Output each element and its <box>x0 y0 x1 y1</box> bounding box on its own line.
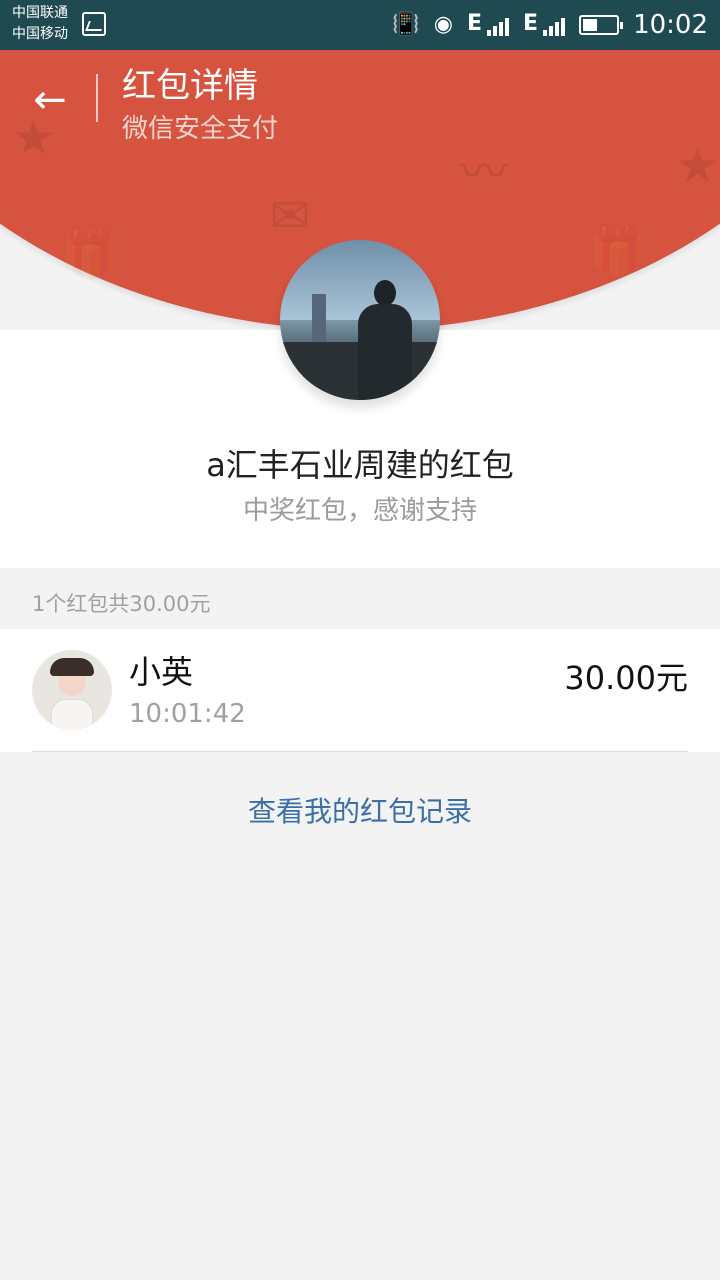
network-label-1: E <box>467 11 483 36</box>
battery-icon <box>579 15 624 35</box>
signal-icon: E <box>523 11 566 36</box>
envelope-decoration-icon: ✉ <box>270 188 311 244</box>
ribbon-decoration-icon: 〰 <box>460 144 509 200</box>
avatar[interactable] <box>32 650 112 730</box>
page-subtitle: 微信安全支付 <box>122 114 279 144</box>
network-label-2: E <box>523 11 539 36</box>
status-time: 10:02 <box>633 10 708 40</box>
receive-amount: 30.00元 <box>564 659 688 697</box>
gallery-icon <box>82 12 106 36</box>
wifi-icon: ◉ <box>433 12 453 37</box>
receiver-name: 小英 <box>129 653 194 691</box>
carrier-2: 中国移动 <box>12 26 68 42</box>
packet-summary: 1个红包共30.00元 <box>32 592 211 616</box>
status-bar: 中国联通 中国移动 📳 ◉ E E 10:02 <box>0 0 720 50</box>
arrow-left-icon: ← <box>33 77 67 123</box>
view-history-link[interactable]: 查看我的红包记录 <box>0 790 720 830</box>
back-button[interactable]: ← <box>28 78 72 122</box>
star-decoration-icon: ★ <box>676 138 720 194</box>
packet-wish: 中奖红包，感谢支持 <box>242 496 477 526</box>
carrier-labels: 中国联通 中国移动 <box>12 3 68 45</box>
status-icons: 📳 ◉ E E 10:02 <box>392 0 708 50</box>
gift-decoration-icon: 🎁 <box>60 226 120 282</box>
row-divider <box>32 751 688 752</box>
list-item[interactable]: 小英 10:01:42 30.00元 <box>0 629 720 752</box>
sender-title: a汇丰石业周建的红包 <box>206 446 514 484</box>
gift-decoration-icon: 🎁 <box>588 223 648 279</box>
receive-time: 10:01:42 <box>129 699 246 729</box>
sender-avatar[interactable] <box>280 240 440 400</box>
vibrate-icon: 📳 <box>392 12 420 37</box>
header-divider <box>96 74 98 122</box>
carrier-1: 中国联通 <box>12 5 68 21</box>
signal-icon: E <box>467 11 510 36</box>
page-title: 红包详情 <box>122 66 258 106</box>
